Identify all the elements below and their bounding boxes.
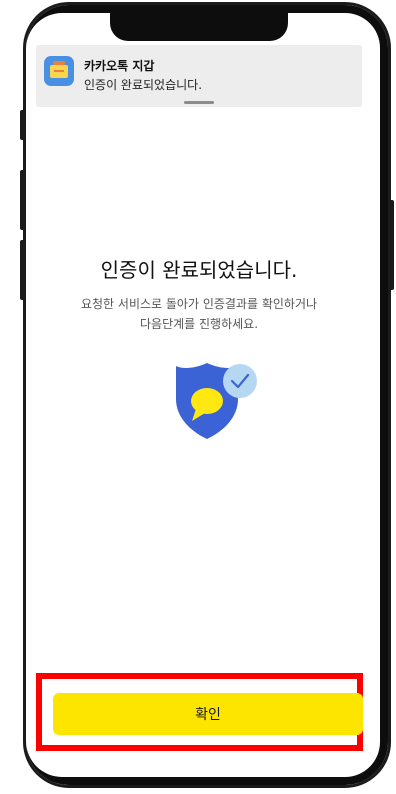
page-subtitle: 요청한 서비스로 돌아가 인증결과를 확인하거나 다음단계를 진행하세요. <box>26 294 372 334</box>
confirm-button[interactable]: 확인 <box>53 693 363 735</box>
page-title: 인증이 완료되었습니다. <box>100 258 298 282</box>
phone-screen: 카카오톡 지갑 인증이 완료되었습니다. 인증이 완료되었습니다. 요청한 서비… <box>26 13 372 777</box>
shield-check-icon <box>172 353 272 443</box>
subtitle-line-2: 다음단계를 진행하세요. <box>139 317 259 331</box>
notification-drag-handle[interactable] <box>184 101 214 104</box>
notification-app-name: 카카오톡 지갑 <box>84 59 155 73</box>
subtitle-line-1: 요청한 서비스로 돌아가 인증결과를 확인하거나 <box>80 297 318 311</box>
kakao-wallet-app-icon <box>44 56 74 86</box>
notification-banner[interactable]: 카카오톡 지갑 인증이 완료되었습니다. <box>36 45 362 107</box>
notification-message: 인증이 완료되었습니다. <box>84 78 203 92</box>
notch <box>110 13 288 41</box>
